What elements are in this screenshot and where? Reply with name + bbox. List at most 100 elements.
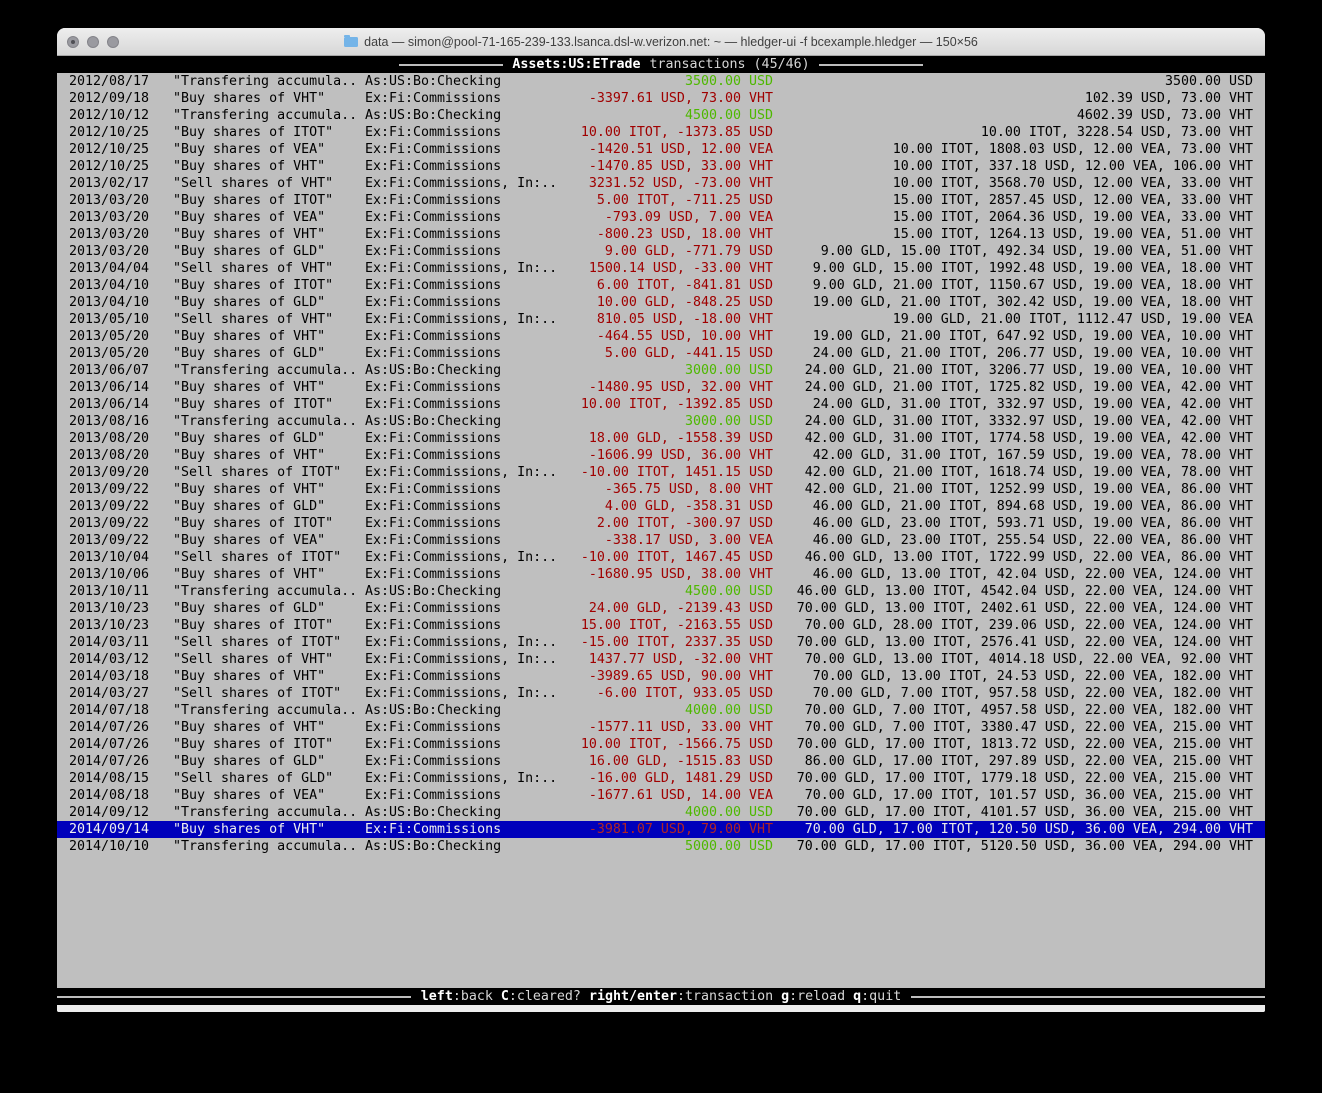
transaction-row[interactable]: 2014/07/26 "Buy shares of GLD" Ex:Fi:Com…	[57, 753, 1265, 770]
transaction-description: "Buy shares of VHT"	[173, 566, 365, 583]
transaction-row[interactable]: 2013/05/10 "Sell shares of VHT" Ex:Fi:Co…	[57, 311, 1265, 328]
transaction-date: 2013/10/04	[69, 549, 149, 566]
transaction-row[interactable]: 2013/09/22 "Buy shares of VEA" Ex:Fi:Com…	[57, 532, 1265, 549]
transaction-row[interactable]: 2013/02/17 "Sell shares of VHT" Ex:Fi:Co…	[57, 175, 1265, 192]
transaction-change-amount: -1577.11 USD, 33.00 VHT	[557, 719, 773, 736]
transaction-description: "Buy shares of ITOT"	[173, 124, 365, 141]
transaction-description: "Transfering accumula..	[173, 107, 365, 124]
transaction-row[interactable]: 2013/03/20 "Buy shares of ITOT" Ex:Fi:Co…	[57, 192, 1265, 209]
transaction-date: 2013/10/23	[69, 617, 149, 634]
transaction-change-amount: 4500.00 USD	[557, 583, 773, 600]
transaction-row[interactable]: 2013/10/23 "Buy shares of GLD" Ex:Fi:Com…	[57, 600, 1265, 617]
transaction-row[interactable]: 2013/05/20 "Buy shares of GLD" Ex:Fi:Com…	[57, 345, 1265, 362]
transaction-row[interactable]: 2013/09/20 "Sell shares of ITOT" Ex:Fi:C…	[57, 464, 1265, 481]
transaction-other-accounts: Ex:Fi:Commissions	[365, 753, 557, 770]
transaction-row[interactable]: 2013/06/14 "Buy shares of VHT" Ex:Fi:Com…	[57, 379, 1265, 396]
transaction-row[interactable]: 2013/09/22 "Buy shares of ITOT" Ex:Fi:Co…	[57, 515, 1265, 532]
transaction-row[interactable]: 2013/08/16 "Transfering accumula.. As:US…	[57, 413, 1265, 430]
transaction-running-balance: 9.00 GLD, 15.00 ITOT, 1992.48 USD, 19.00…	[773, 260, 1253, 277]
transaction-date: 2014/03/12	[69, 651, 149, 668]
transaction-date: 2012/09/18	[69, 90, 149, 107]
transaction-change-amount: -3981.07 USD, 79.00 VHT	[557, 821, 773, 838]
transaction-date: 2013/09/22	[69, 532, 149, 549]
transaction-change-amount: -1606.99 USD, 36.00 VHT	[557, 447, 773, 464]
transaction-running-balance: 70.00 GLD, 17.00 ITOT, 1813.72 USD, 22.0…	[773, 736, 1253, 753]
transaction-description: "Buy shares of VHT"	[173, 447, 365, 464]
transaction-row[interactable]: 2012/10/25 "Buy shares of VEA" Ex:Fi:Com…	[57, 141, 1265, 158]
transaction-row[interactable]: 2013/09/22 "Buy shares of VHT" Ex:Fi:Com…	[57, 481, 1265, 498]
transaction-row[interactable]: 2014/08/15 "Sell shares of GLD" Ex:Fi:Co…	[57, 770, 1265, 787]
zoom-button[interactable]	[107, 36, 119, 48]
transaction-other-accounts: Ex:Fi:Commissions	[365, 600, 557, 617]
transaction-row[interactable]: 2013/10/11 "Transfering accumula.. As:US…	[57, 583, 1265, 600]
transaction-running-balance: 10.00 ITOT, 337.18 USD, 12.00 VEA, 106.0…	[773, 158, 1253, 175]
transaction-row[interactable]: 2013/04/10 "Buy shares of GLD" Ex:Fi:Com…	[57, 294, 1265, 311]
close-button[interactable]	[67, 36, 79, 48]
transaction-row[interactable]: 2014/08/18 "Buy shares of VEA" Ex:Fi:Com…	[57, 787, 1265, 804]
transaction-row[interactable]: 2013/10/06 "Buy shares of VHT" Ex:Fi:Com…	[57, 566, 1265, 583]
window-titlebar[interactable]: data — simon@pool-71-165-239-133.lsanca.…	[57, 28, 1265, 56]
transaction-date: 2012/10/25	[69, 158, 149, 175]
transaction-other-accounts: Ex:Fi:Commissions	[365, 192, 557, 209]
transaction-other-accounts: Ex:Fi:Commissions	[365, 719, 557, 736]
transaction-other-accounts: As:US:Bo:Checking	[365, 702, 557, 719]
transaction-row[interactable]: 2012/08/17 "Transfering accumula.. As:US…	[57, 73, 1265, 90]
transaction-description: "Buy shares of VHT"	[173, 226, 365, 243]
transaction-running-balance: 15.00 ITOT, 1264.13 USD, 19.00 VEA, 51.0…	[773, 226, 1253, 243]
transaction-other-accounts: Ex:Fi:Commissions	[365, 617, 557, 634]
transaction-change-amount: 5.00 GLD, -441.15 USD	[557, 345, 773, 362]
transaction-row[interactable]: 2012/10/25 "Buy shares of VHT" Ex:Fi:Com…	[57, 158, 1265, 175]
transaction-row[interactable]: 2014/10/10 "Transfering accumula.. As:US…	[57, 838, 1265, 855]
transaction-date: 2014/07/26	[69, 736, 149, 753]
transaction-date: 2014/07/26	[69, 719, 149, 736]
transaction-date: 2014/08/15	[69, 770, 149, 787]
transaction-running-balance: 102.39 USD, 73.00 VHT	[773, 90, 1253, 107]
key-hints: left:back C:cleared? right/enter:transac…	[411, 988, 911, 1005]
transaction-running-balance: 4602.39 USD, 73.00 VHT	[773, 107, 1253, 124]
transaction-row[interactable]: 2013/10/23 "Buy shares of ITOT" Ex:Fi:Co…	[57, 617, 1265, 634]
minimize-button[interactable]	[87, 36, 99, 48]
transaction-row[interactable]: 2012/10/25 "Buy shares of ITOT" Ex:Fi:Co…	[57, 124, 1265, 141]
transaction-row[interactable]: 2013/03/20 "Buy shares of VHT" Ex:Fi:Com…	[57, 226, 1265, 243]
transaction-row[interactable]: 2014/03/11 "Sell shares of ITOT" Ex:Fi:C…	[57, 634, 1265, 651]
transaction-row[interactable]: 2014/03/18 "Buy shares of VHT" Ex:Fi:Com…	[57, 668, 1265, 685]
transaction-row[interactable]: 2013/10/04 "Sell shares of ITOT" Ex:Fi:C…	[57, 549, 1265, 566]
transaction-row[interactable]: 2014/07/18 "Transfering accumula.. As:US…	[57, 702, 1265, 719]
transaction-date: 2013/06/07	[69, 362, 149, 379]
transaction-row[interactable]: 2013/05/20 "Buy shares of VHT" Ex:Fi:Com…	[57, 328, 1265, 345]
transaction-date: 2014/08/18	[69, 787, 149, 804]
window-title: data — simon@pool-71-165-239-133.lsanca.…	[344, 35, 978, 49]
transaction-row[interactable]: 2014/09/14 "Buy shares of VHT" Ex:Fi:Com…	[57, 821, 1265, 838]
transaction-row[interactable]: 2013/04/04 "Sell shares of VHT" Ex:Fi:Co…	[57, 260, 1265, 277]
transaction-other-accounts: As:US:Bo:Checking	[365, 362, 557, 379]
transaction-other-accounts: Ex:Fi:Commissions, In:..	[365, 260, 557, 277]
transaction-running-balance: 19.00 GLD, 21.00 ITOT, 647.92 USD, 19.00…	[773, 328, 1253, 345]
transaction-row[interactable]: 2014/03/12 "Sell shares of VHT" Ex:Fi:Co…	[57, 651, 1265, 668]
transaction-row[interactable]: 2013/09/22 "Buy shares of GLD" Ex:Fi:Com…	[57, 498, 1265, 515]
transaction-date: 2012/08/17	[69, 73, 149, 90]
transaction-row[interactable]: 2013/06/14 "Buy shares of ITOT" Ex:Fi:Co…	[57, 396, 1265, 413]
transaction-row[interactable]: 2013/03/20 "Buy shares of VEA" Ex:Fi:Com…	[57, 209, 1265, 226]
transaction-description: "Buy shares of ITOT"	[173, 277, 365, 294]
transaction-running-balance: 19.00 GLD, 21.00 ITOT, 1112.47 USD, 19.0…	[773, 311, 1253, 328]
transaction-row[interactable]: 2013/08/20 "Buy shares of GLD" Ex:Fi:Com…	[57, 430, 1265, 447]
transaction-description: "Buy shares of VHT"	[173, 719, 365, 736]
transaction-row[interactable]: 2014/09/12 "Transfering accumula.. As:US…	[57, 804, 1265, 821]
transaction-row[interactable]: 2013/04/10 "Buy shares of ITOT" Ex:Fi:Co…	[57, 277, 1265, 294]
transaction-change-amount: 810.05 USD, -18.00 VHT	[557, 311, 773, 328]
transaction-other-accounts: Ex:Fi:Commissions	[365, 736, 557, 753]
transaction-change-amount: -800.23 USD, 18.00 VHT	[557, 226, 773, 243]
transaction-change-amount: -3397.61 USD, 73.00 VHT	[557, 90, 773, 107]
transaction-change-amount: -1680.95 USD, 38.00 VHT	[557, 566, 773, 583]
transaction-row[interactable]: 2012/10/12 "Transfering accumula.. As:US…	[57, 107, 1265, 124]
transaction-row[interactable]: 2012/09/18 "Buy shares of VHT" Ex:Fi:Com…	[57, 90, 1265, 107]
transaction-running-balance: 70.00 GLD, 17.00 ITOT, 5120.50 USD, 36.0…	[773, 838, 1253, 855]
transaction-row[interactable]: 2013/06/07 "Transfering accumula.. As:US…	[57, 362, 1265, 379]
transaction-row[interactable]: 2014/07/26 "Buy shares of ITOT" Ex:Fi:Co…	[57, 736, 1265, 753]
transaction-list: 2012/08/17 "Transfering accumula.. As:US…	[57, 73, 1265, 855]
transaction-row[interactable]: 2014/07/26 "Buy shares of VHT" Ex:Fi:Com…	[57, 719, 1265, 736]
transaction-running-balance: 9.00 GLD, 21.00 ITOT, 1150.67 USD, 19.00…	[773, 277, 1253, 294]
transaction-row[interactable]: 2013/03/20 "Buy shares of GLD" Ex:Fi:Com…	[57, 243, 1265, 260]
transaction-row[interactable]: 2014/03/27 "Sell shares of ITOT" Ex:Fi:C…	[57, 685, 1265, 702]
transaction-row[interactable]: 2013/08/20 "Buy shares of VHT" Ex:Fi:Com…	[57, 447, 1265, 464]
